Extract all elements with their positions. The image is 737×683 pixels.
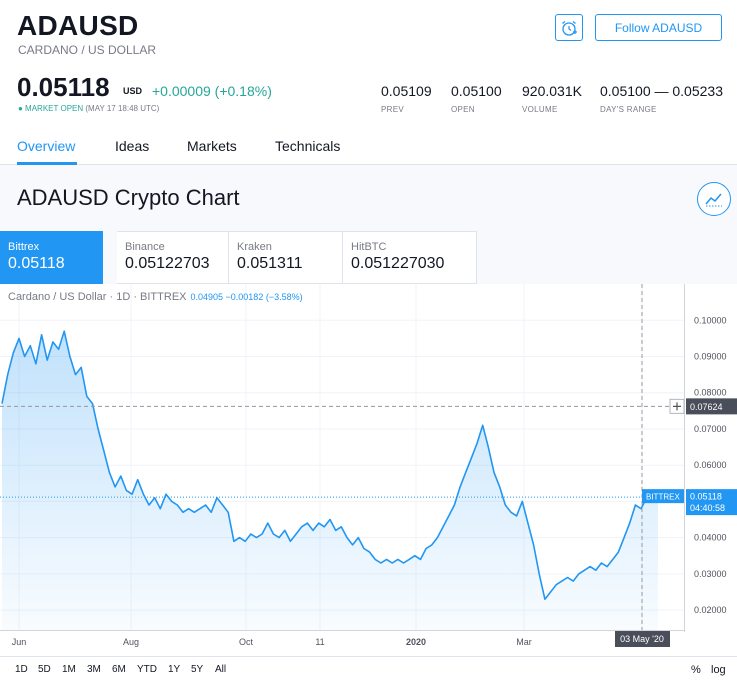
- exchange-price: 0.051227030: [351, 255, 445, 272]
- x-tick-label: Mar: [516, 637, 532, 647]
- time-range-bar: 1D 5D 1M 3M 6M YTD 1Y 5Y All % log: [0, 656, 737, 683]
- range-button-5d[interactable]: 5D: [38, 664, 51, 675]
- price-chart[interactable]: 0.100000.090000.080000.070000.060000.050…: [0, 284, 737, 656]
- x-tick-label: 11: [315, 637, 324, 647]
- range-button-1m[interactable]: 1M: [62, 664, 76, 675]
- stat-label: VOLUME: [522, 105, 558, 114]
- range-button-ytd[interactable]: YTD: [137, 664, 157, 675]
- y-tick-label: 0.08000: [694, 388, 727, 398]
- range-button-3m[interactable]: 3M: [87, 664, 101, 675]
- stat-value: 0.05100: [451, 83, 502, 99]
- stat-prev: 0.05109 PREV: [381, 83, 432, 114]
- market-status: ● MARKET OPEN (MAY 17 18:48 UTC): [18, 104, 159, 113]
- exchange-tab-hitbtc[interactable]: HitBTC 0.051227030: [343, 231, 477, 284]
- chart-legend-title: Cardano / US Dollar · 1D · BITTREX: [8, 291, 187, 303]
- price-change: +0.00009 (+0.18%): [152, 83, 272, 99]
- exchange-tab-bittrex[interactable]: Bittrex 0.05118: [0, 231, 103, 284]
- x-tick-label: 2020: [406, 637, 426, 647]
- chart-legend: Cardano / US Dollar · 1D · BITTREX 0.0490…: [8, 291, 303, 303]
- last-price-label: 0.05118: [690, 492, 722, 502]
- exchange-name: HitBTC: [351, 241, 387, 253]
- exchange-price: 0.05122703: [125, 255, 210, 272]
- x-tick-label: Aug: [123, 637, 139, 647]
- market-status-label: ● MARKET OPEN: [18, 104, 84, 113]
- exchange-price: 0.05118: [8, 255, 65, 272]
- stat-label: OPEN: [451, 105, 475, 114]
- alarm-button[interactable]: [555, 14, 583, 41]
- y-tick-label: 0.06000: [694, 460, 727, 470]
- range-button-1d[interactable]: 1D: [15, 664, 28, 675]
- tab-technicals[interactable]: Technicals: [275, 138, 340, 154]
- stat-value: 0.05100 — 0.05233: [600, 83, 723, 99]
- exchange-name: Kraken: [237, 241, 272, 253]
- exchange-selector: Bittrex 0.05118 Binance 0.05122703 Krake…: [0, 231, 737, 284]
- y-tick-label: 0.02000: [694, 605, 727, 615]
- percent-scale-toggle[interactable]: %: [691, 664, 701, 676]
- tab-markets[interactable]: Markets: [187, 138, 237, 154]
- exchange-name: Bittrex: [8, 241, 40, 253]
- crosshair-price-label: 0.07624: [690, 402, 723, 412]
- stat-label: PREV: [381, 105, 404, 114]
- y-tick-label: 0.07000: [694, 424, 727, 434]
- alarm-clock-plus-icon: [562, 20, 577, 36]
- follow-button[interactable]: Follow ADAUSD: [595, 14, 722, 41]
- y-tick-label: 0.10000: [694, 315, 727, 325]
- tab-bar: Overview Ideas Markets Technicals: [0, 132, 737, 165]
- range-button-5y[interactable]: 5Y: [191, 664, 203, 675]
- exchange-name: Binance: [125, 241, 165, 253]
- price-area-fill: [2, 331, 658, 630]
- stat-volume: 920.031K VOLUME: [522, 83, 582, 114]
- stat-days-range: 0.05100 — 0.05233 DAY'S RANGE: [600, 83, 723, 114]
- bar-countdown-label: 04:40:58: [690, 503, 725, 513]
- stat-value: 0.05109: [381, 83, 432, 99]
- y-tick-label: 0.03000: [694, 569, 727, 579]
- x-tick-label: Oct: [239, 637, 254, 647]
- y-tick-label: 0.09000: [694, 352, 727, 362]
- tab-ideas[interactable]: Ideas: [115, 138, 149, 154]
- y-tick-label: 0.04000: [694, 533, 727, 543]
- stat-label: DAY'S RANGE: [600, 105, 657, 114]
- price-currency: USD: [123, 86, 143, 96]
- price-chart-svg[interactable]: 0.100000.090000.080000.070000.060000.050…: [0, 284, 737, 656]
- exchange-tab-binance[interactable]: Binance 0.05122703: [117, 231, 229, 284]
- last-price: 0.05118: [17, 72, 110, 102]
- chart-line-icon: [705, 193, 722, 207]
- stat-open: 0.05100 OPEN: [451, 83, 502, 114]
- tab-overview[interactable]: Overview: [17, 138, 75, 154]
- log-scale-toggle[interactable]: log: [711, 664, 726, 676]
- range-button-all[interactable]: All: [215, 664, 226, 675]
- chart-section-title: ADAUSD Crypto Chart: [17, 185, 240, 210]
- exchange-price: 0.051311: [237, 255, 303, 272]
- stat-value: 920.031K: [522, 83, 582, 99]
- symbol-subtitle: CARDANO / US DOLLAR: [18, 43, 157, 57]
- symbol-title: ADAUSD: [17, 10, 139, 41]
- exchange-tab-kraken[interactable]: Kraken 0.051311: [229, 231, 343, 284]
- chart-legend-values: 0.04905 −0.00182 (−3.58%): [190, 292, 303, 302]
- last-exchange-label: BITTREX: [646, 493, 680, 502]
- x-tick-label: Jun: [12, 637, 27, 647]
- crosshair-date-label: 03 May '20: [620, 634, 664, 644]
- market-status-time: (MAY 17 18:48 UTC): [85, 104, 160, 113]
- range-button-6m[interactable]: 6M: [112, 664, 126, 675]
- range-button-1y[interactable]: 1Y: [168, 664, 180, 675]
- open-chart-button[interactable]: [697, 182, 731, 216]
